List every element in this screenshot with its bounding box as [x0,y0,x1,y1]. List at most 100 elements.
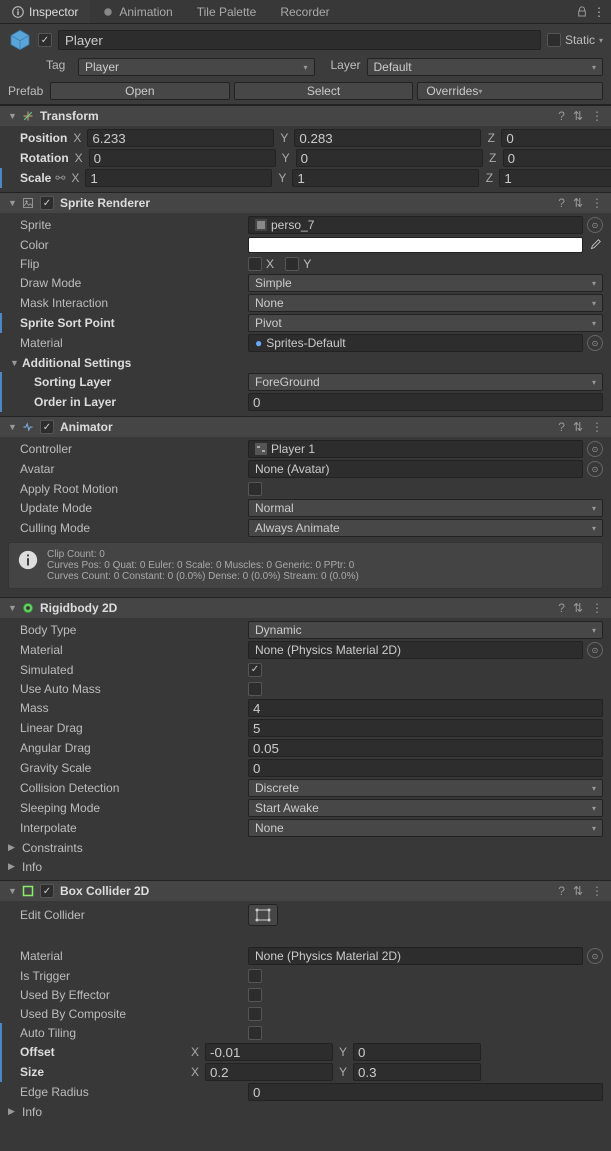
drawmode-dropdown[interactable]: Simple [248,274,603,292]
position-z[interactable] [501,129,611,147]
material-field[interactable]: None (Physics Material 2D) [248,947,583,965]
simulated-checkbox[interactable]: ✓ [248,663,262,677]
edgeradius-input[interactable] [248,1083,603,1101]
rotation-x[interactable] [89,149,276,167]
color-field[interactable] [248,237,583,253]
tab-inspector[interactable]: Inspector [0,0,90,23]
rotation-y[interactable] [296,149,483,167]
material-field[interactable]: ●Sprites-Default [248,334,583,352]
tab-animation[interactable]: Animation [90,0,184,23]
object-picker-icon[interactable]: ⊙ [587,335,603,351]
object-picker-icon[interactable]: ⊙ [587,948,603,964]
tab-tilepalette[interactable]: Tile Palette [185,0,269,23]
help-icon[interactable]: ? [558,109,565,123]
constraints-label[interactable]: Constraints [20,841,256,855]
active-checkbox[interactable]: ✓ [38,33,52,47]
static-checkbox[interactable] [547,33,561,47]
automass-checkbox[interactable] [248,682,262,696]
info-label[interactable]: Info [20,860,256,874]
avatar-field[interactable]: None (Avatar) [248,460,583,478]
link-icon[interactable]: ⚯ [55,171,65,185]
enabled-checkbox[interactable]: ✓ [40,420,54,434]
preset-icon[interactable]: ⇅ [573,601,583,615]
eyedropper-icon[interactable] [587,237,603,253]
editcollider-button[interactable] [248,904,278,926]
updatemode-dropdown[interactable]: Normal [248,499,603,517]
object-picker-icon[interactable]: ⊙ [587,217,603,233]
kebab-icon[interactable]: ⋮ [591,601,603,615]
select-button[interactable]: Select [234,82,414,100]
controller-field[interactable]: Player 1 [248,440,583,458]
kebab-icon[interactable]: ⋮ [591,196,603,210]
help-icon[interactable]: ? [558,420,565,434]
offset-x[interactable] [205,1043,333,1061]
enabled-checkbox[interactable]: ✓ [40,884,54,898]
scale-z[interactable] [499,169,611,187]
open-button[interactable]: Open [50,82,230,100]
lineardrag-input[interactable] [248,719,603,737]
foldout-icon[interactable]: ▼ [8,886,16,896]
rootmotion-checkbox[interactable] [248,482,262,496]
preset-icon[interactable]: ⇅ [573,420,583,434]
boxcollider-header[interactable]: ▼ ✓ Box Collider 2D ?⇅⋮ [0,880,611,901]
lock-icon[interactable] [577,6,587,18]
rotation-z[interactable] [503,149,611,167]
foldout-icon[interactable]: ▼ [8,198,16,208]
name-input[interactable] [58,30,541,50]
overrides-dropdown[interactable]: Overrides [417,82,603,100]
autotiling-checkbox[interactable] [248,1026,262,1040]
static-dropdown-icon[interactable]: ▾ [599,36,603,45]
material-field[interactable]: None (Physics Material 2D) [248,641,583,659]
foldout-icon[interactable]: ▼ [8,358,16,368]
gravityscale-input[interactable] [248,759,603,777]
scale-y[interactable] [292,169,479,187]
foldout-icon[interactable]: ▼ [8,111,16,121]
help-icon[interactable]: ? [558,196,565,210]
foldout-icon[interactable]: ▼ [8,603,16,613]
offset-y[interactable] [353,1043,481,1061]
preset-icon[interactable]: ⇅ [573,196,583,210]
istrigger-checkbox[interactable] [248,969,262,983]
preset-icon[interactable]: ⇅ [573,109,583,123]
object-picker-icon[interactable]: ⊙ [587,642,603,658]
info-label[interactable]: Info [20,1105,256,1119]
interpolate-dropdown[interactable]: None [248,819,603,837]
foldout-icon[interactable]: ▶ [8,1106,16,1117]
size-x[interactable] [205,1063,333,1081]
foldout-icon[interactable]: ▶ [8,842,16,853]
sprite-field[interactable]: perso_7 [248,216,583,234]
foldout-icon[interactable]: ▶ [8,861,16,872]
size-y[interactable] [353,1063,481,1081]
sleepmode-dropdown[interactable]: Start Awake [248,799,603,817]
flip-x-checkbox[interactable] [248,257,262,271]
object-picker-icon[interactable]: ⊙ [587,461,603,477]
gameobject-icon[interactable] [8,28,32,52]
help-icon[interactable]: ? [558,601,565,615]
animator-header[interactable]: ▼ ✓ Animator ?⇅⋮ [0,416,611,437]
rigidbody-header[interactable]: ▼ Rigidbody 2D ?⇅⋮ [0,597,611,618]
orderinlayer-input[interactable] [248,393,603,411]
transform-header[interactable]: ▼ Transform ?⇅⋮ [0,105,611,126]
composite-checkbox[interactable] [248,1007,262,1021]
maskinteraction-dropdown[interactable]: None [248,294,603,312]
help-icon[interactable]: ? [558,884,565,898]
layer-dropdown[interactable]: Default [367,58,604,76]
flip-y-checkbox[interactable] [285,257,299,271]
spriterenderer-header[interactable]: ▼ ✓ Sprite Renderer ?⇅⋮ [0,192,611,213]
kebab-icon[interactable]: ⋮ [591,109,603,123]
sortinglayer-dropdown[interactable]: ForeGround [248,373,603,391]
enabled-checkbox[interactable]: ✓ [40,196,54,210]
colldet-dropdown[interactable]: Discrete [248,779,603,797]
bodytype-dropdown[interactable]: Dynamic [248,621,603,639]
cullingmode-dropdown[interactable]: Always Animate [248,519,603,537]
sortpoint-dropdown[interactable]: Pivot [248,314,603,332]
mass-input[interactable] [248,699,603,717]
kebab-icon[interactable]: ⋮ [591,420,603,434]
scale-x[interactable] [85,169,272,187]
tag-dropdown[interactable]: Player [78,58,315,76]
position-y[interactable] [294,129,481,147]
tab-recorder[interactable]: Recorder [268,0,341,23]
kebab-icon[interactable]: ⋮ [591,884,603,898]
object-picker-icon[interactable]: ⊙ [587,441,603,457]
angulardrag-input[interactable] [248,739,603,757]
